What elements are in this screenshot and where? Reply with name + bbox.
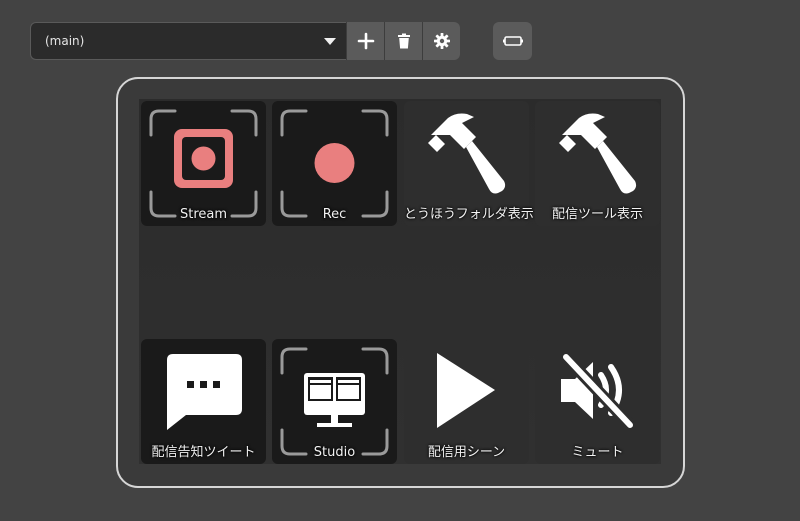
add-profile-button[interactable] xyxy=(346,22,384,60)
profile-settings-button[interactable] xyxy=(422,22,460,60)
gear-icon xyxy=(433,33,450,49)
profile-toolbar: (main) xyxy=(30,22,460,60)
key-label: Stream xyxy=(179,207,228,222)
key-studio[interactable]: Studio xyxy=(272,339,397,464)
key-label: Rec xyxy=(322,207,347,222)
delete-profile-button[interactable] xyxy=(384,22,422,60)
profile-select[interactable]: (main) xyxy=(30,22,346,60)
key-label: ミュート xyxy=(571,445,624,460)
key-rec[interactable]: Rec xyxy=(272,101,397,226)
key-label: 配信用シーン xyxy=(427,445,506,460)
key-touhou-folder[interactable]: とうほうフォルダ表示 xyxy=(404,101,534,226)
key-tool-display[interactable]: 配信ツール表示 xyxy=(535,101,660,226)
key-announce-tweet[interactable]: 配信告知ツイート xyxy=(141,339,266,464)
key-label: とうほうフォルダ表示 xyxy=(404,207,534,222)
profile-select-value: (main) xyxy=(45,34,85,48)
plus-icon xyxy=(357,32,374,50)
key-label: Studio xyxy=(313,445,356,460)
key-mute[interactable]: ミュート xyxy=(535,339,660,464)
key-stream[interactable]: Stream xyxy=(141,101,266,226)
stream-deck-icon xyxy=(502,36,523,46)
key-label: 配信ツール表示 xyxy=(551,207,643,222)
trash-icon xyxy=(397,33,410,49)
chevron-down-icon xyxy=(324,37,336,45)
device-select-button[interactable] xyxy=(493,22,532,60)
key-stream-scene[interactable]: 配信用シーン xyxy=(404,339,529,464)
key-label: 配信告知ツイート xyxy=(151,445,256,460)
